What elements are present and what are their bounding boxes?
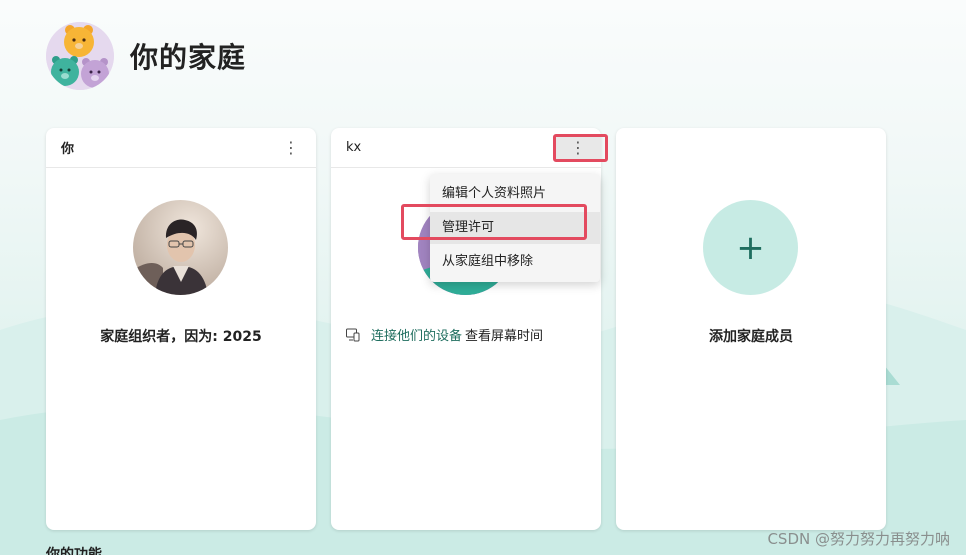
user-photo-icon <box>133 200 228 295</box>
member-avatar[interactable] <box>133 200 228 295</box>
menu-item-remove-from-family[interactable]: 从家庭组中移除 <box>430 246 600 278</box>
devices-icon <box>346 328 360 341</box>
highlight-manage-permissions <box>401 204 587 240</box>
family-avatar <box>46 22 114 90</box>
highlight-more-button <box>553 134 608 162</box>
page-title: 你的家庭 <box>130 41 247 74</box>
watermark: CSDN @努力努力再努力呐 <box>767 530 950 548</box>
add-member-label[interactable]: 添加家庭成员 <box>616 326 886 346</box>
add-member-card[interactable]: + 添加家庭成员 <box>616 128 886 530</box>
plus-icon: + <box>736 227 765 268</box>
section-title: 你的功能 <box>46 547 102 555</box>
member-role-caption: 家庭组织者，因为: 2025 <box>100 329 262 345</box>
page-header: 你的家庭 <box>46 21 246 91</box>
member-card-you: 你 ⋮ 家庭组织者，因为: 2025 <box>46 128 316 530</box>
screen-time-text: 查看屏幕时间 <box>465 329 544 344</box>
connect-device-row: 连接他们的设备 查看屏幕时间 <box>345 325 543 344</box>
add-member-button[interactable]: + <box>703 200 798 295</box>
connect-device-link[interactable]: 连接他们的设备 <box>371 325 462 344</box>
bears-family-icon <box>46 22 114 90</box>
member-name: kx <box>346 140 362 155</box>
card-header: 你 ⋮ <box>46 128 316 168</box>
more-options-icon[interactable]: ⋮ <box>280 137 302 159</box>
member-name: 你 <box>61 142 75 157</box>
